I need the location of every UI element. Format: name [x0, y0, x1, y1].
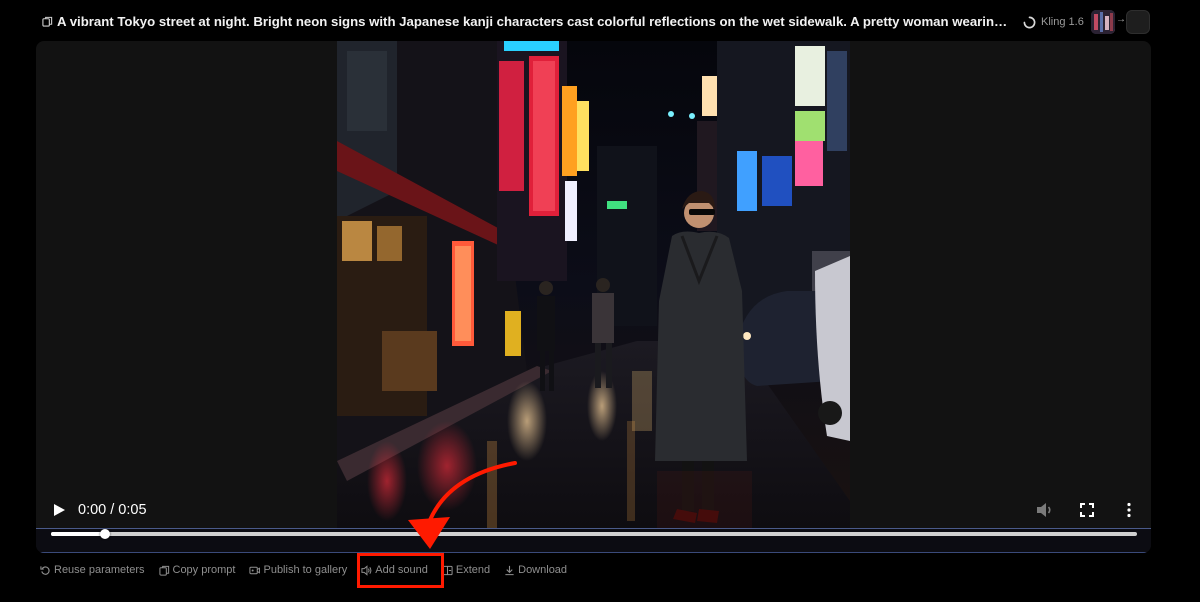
publish-icon: [249, 566, 261, 574]
arrow-right-icon: →: [1116, 14, 1126, 25]
empty-frame-slot[interactable]: [1126, 10, 1150, 34]
progress-bar-container: [36, 528, 1151, 553]
publish-to-gallery-button[interactable]: Publish to gallery: [249, 564, 347, 576]
download-button[interactable]: Download: [504, 564, 567, 576]
speaker-icon: [361, 564, 372, 576]
thumbnail-art: [1091, 10, 1115, 34]
add-sound-button[interactable]: Add sound: [361, 564, 428, 576]
reuse-parameters-label: Reuse parameters: [54, 564, 145, 576]
extend-button[interactable]: Extend: [442, 564, 490, 576]
download-label: Download: [518, 564, 568, 576]
loading-spinner-icon: [1023, 16, 1036, 28]
fullscreen-icon[interactable]: [1080, 503, 1094, 517]
page: A vibrant Tokyo street at night. Bright …: [0, 0, 1200, 602]
reuse-parameters-button[interactable]: Reuse parameters: [40, 564, 145, 576]
model-name: Kling 1.6: [1041, 16, 1084, 28]
copy-icon[interactable]: [42, 16, 53, 27]
player-controls: 0:00 / 0:05: [36, 41, 1151, 553]
video-player[interactable]: 0:00 / 0:05: [36, 41, 1151, 553]
copy-icon: [158, 565, 169, 576]
copy-prompt-label: Copy prompt: [172, 564, 236, 576]
model-badge: Kling 1.6: [1023, 13, 1084, 31]
progress-track[interactable]: [51, 529, 1137, 539]
header: A vibrant Tokyo street at night. Bright …: [0, 0, 1200, 42]
extend-label: Extend: [455, 564, 491, 576]
reference-image-thumbnail[interactable]: [1091, 10, 1115, 34]
action-bar: Reuse parameters Copy prompt Publish to …: [40, 561, 581, 579]
more-options-icon[interactable]: [1124, 502, 1134, 518]
play-icon[interactable]: [52, 503, 66, 517]
volume-muted-icon[interactable]: [1036, 502, 1054, 518]
progress-fill: [51, 532, 105, 536]
copy-prompt-button[interactable]: Copy prompt: [158, 564, 236, 576]
download-icon: [505, 565, 514, 575]
publish-to-gallery-label: Publish to gallery: [263, 564, 348, 576]
time-display: 0:00 / 0:05: [78, 502, 147, 518]
prompt-title: A vibrant Tokyo street at night. Bright …: [57, 14, 1015, 29]
progress-scrubber-handle[interactable]: [100, 529, 110, 539]
extend-icon: [442, 565, 453, 575]
reuse-icon: [40, 565, 50, 575]
progress-divider: [36, 552, 1151, 553]
add-sound-label: Add sound: [375, 564, 428, 576]
